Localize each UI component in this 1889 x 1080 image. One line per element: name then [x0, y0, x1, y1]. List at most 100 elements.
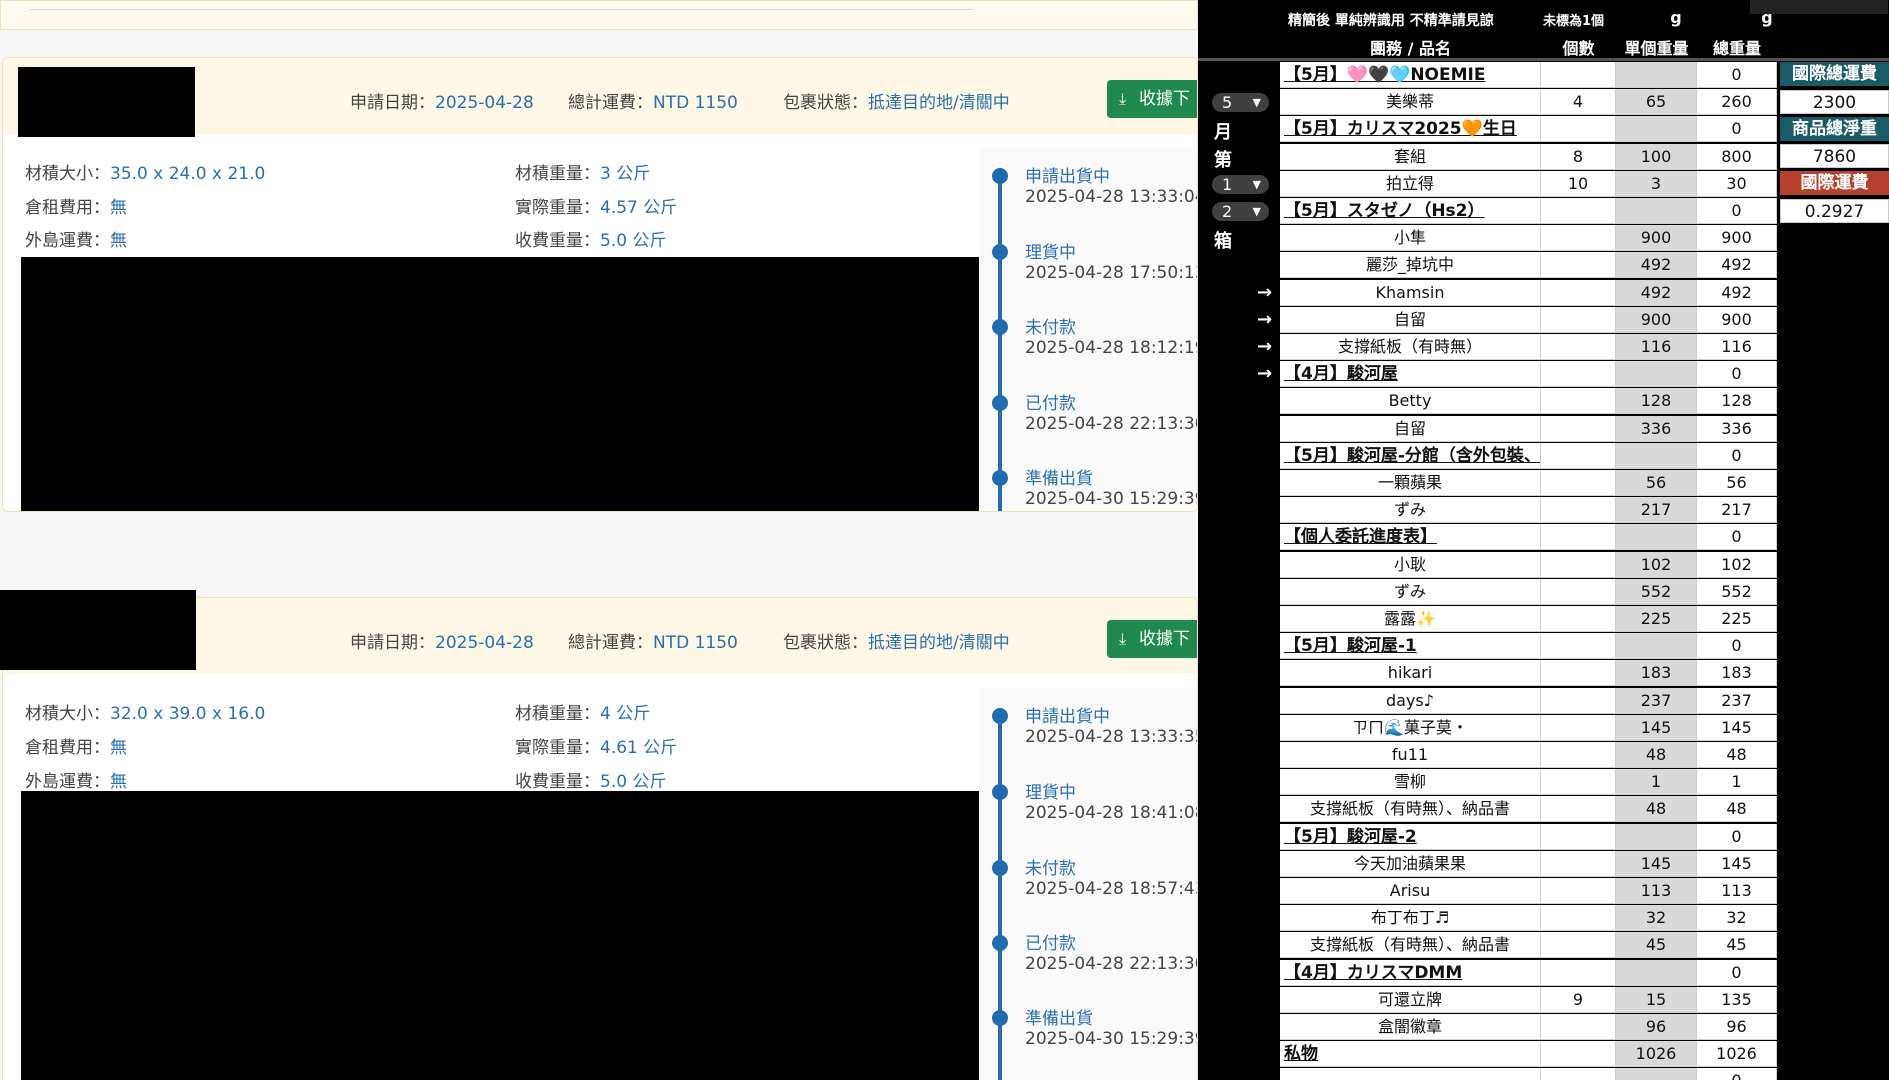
- count-cell[interactable]: [1541, 198, 1616, 224]
- unit-weight-cell[interactable]: [1616, 823, 1697, 850]
- item-name-cell[interactable]: 支撐紙板（有時無）、納品書: [1280, 932, 1541, 959]
- unit-weight-cell[interactable]: 492: [1616, 252, 1697, 279]
- unit-weight-cell[interactable]: 3: [1616, 170, 1697, 197]
- download-receipt-button[interactable]: ⤓ 收據下: [1107, 80, 1197, 118]
- unit-weight-cell[interactable]: 48: [1616, 796, 1697, 823]
- total-weight-cell[interactable]: 237: [1697, 687, 1777, 714]
- item-name-cell[interactable]: 支撐紙板（有時無）: [1280, 334, 1541, 360]
- total-weight-cell[interactable]: 217: [1697, 497, 1777, 524]
- item-name-cell[interactable]: 可還立牌: [1280, 986, 1541, 1013]
- total-weight-cell[interactable]: 0: [1697, 1068, 1777, 1080]
- box-select[interactable]: 2 ▼: [1212, 202, 1269, 221]
- unit-weight-cell[interactable]: 100: [1616, 143, 1697, 170]
- unit-weight-cell[interactable]: 113: [1616, 878, 1697, 904]
- count-cell[interactable]: [1541, 878, 1616, 904]
- total-weight-cell[interactable]: 0: [1697, 62, 1777, 88]
- unit-weight-cell[interactable]: 217: [1616, 497, 1697, 524]
- intl-fee-value[interactable]: 0.2927: [1780, 199, 1889, 223]
- total-weight-cell[interactable]: 900: [1697, 306, 1777, 333]
- item-name-cell[interactable]: 【5月】駿河屋-分館（含外包裝、納品書）: [1280, 442, 1541, 469]
- unit-weight-cell[interactable]: [1616, 633, 1697, 660]
- item-name-cell[interactable]: 支撐紙板（有時無）、納品書: [1280, 796, 1541, 823]
- item-name-cell[interactable]: 盒闇徽章: [1280, 1014, 1541, 1040]
- unit-weight-cell[interactable]: [1616, 198, 1697, 224]
- item-name-cell[interactable]: 【5月】🩷🖤🩵NOEMIE: [1280, 62, 1541, 88]
- unit-weight-cell[interactable]: 552: [1616, 578, 1697, 605]
- total-weight-cell[interactable]: 145: [1697, 850, 1777, 877]
- item-name-cell[interactable]: 【5月】スタゼノ（Hs2）: [1280, 198, 1541, 224]
- total-weight-cell[interactable]: 0: [1697, 524, 1777, 551]
- unit-weight-cell[interactable]: [1616, 361, 1697, 388]
- item-name-cell[interactable]: ずみ: [1280, 497, 1541, 524]
- count-cell[interactable]: [1541, 742, 1616, 768]
- item-name-cell[interactable]: fu11: [1280, 742, 1541, 768]
- count-cell[interactable]: [1541, 714, 1616, 741]
- month-select[interactable]: 5 ▼: [1212, 93, 1269, 112]
- total-weight-cell[interactable]: 0: [1697, 959, 1777, 986]
- count-cell[interactable]: [1541, 334, 1616, 360]
- unit-weight-cell[interactable]: 1: [1616, 769, 1697, 796]
- unit-weight-cell[interactable]: 96: [1616, 1014, 1697, 1040]
- unit-weight-cell[interactable]: 128: [1616, 388, 1697, 415]
- unit-weight-cell[interactable]: 900: [1616, 225, 1697, 252]
- count-cell[interactable]: [1541, 633, 1616, 660]
- total-weight-cell[interactable]: 552: [1697, 578, 1777, 605]
- total-weight-cell[interactable]: 336: [1697, 415, 1777, 442]
- total-weight-cell[interactable]: 0: [1697, 198, 1777, 224]
- item-name-cell[interactable]: ずみ: [1280, 578, 1541, 605]
- count-cell[interactable]: [1541, 905, 1616, 932]
- batch-select[interactable]: 1 ▼: [1212, 175, 1269, 194]
- total-weight-cell[interactable]: 113: [1697, 878, 1777, 904]
- download-receipt-button[interactable]: ⤓ 收據下: [1107, 620, 1197, 658]
- unit-weight-cell[interactable]: 65: [1616, 89, 1697, 116]
- total-weight-cell[interactable]: 128: [1697, 388, 1777, 415]
- count-cell[interactable]: [1541, 497, 1616, 524]
- unit-weight-cell[interactable]: [1616, 116, 1697, 143]
- count-cell[interactable]: [1541, 225, 1616, 252]
- unit-weight-cell[interactable]: [1616, 524, 1697, 551]
- count-cell[interactable]: [1541, 1041, 1616, 1068]
- item-name-cell[interactable]: 【5月】駿河屋-1: [1280, 633, 1541, 660]
- count-cell[interactable]: 9: [1541, 986, 1616, 1013]
- count-cell[interactable]: [1541, 932, 1616, 959]
- total-weight-cell[interactable]: 0: [1697, 361, 1777, 388]
- total-weight-cell[interactable]: 96: [1697, 1014, 1777, 1040]
- count-cell[interactable]: 10: [1541, 170, 1616, 197]
- item-name-cell[interactable]: 自留: [1280, 415, 1541, 442]
- unit-weight-cell[interactable]: 900: [1616, 306, 1697, 333]
- unit-weight-cell[interactable]: [1616, 1068, 1697, 1080]
- count-cell[interactable]: [1541, 606, 1616, 632]
- count-cell[interactable]: [1541, 524, 1616, 551]
- count-cell[interactable]: [1541, 850, 1616, 877]
- count-cell[interactable]: [1541, 959, 1616, 986]
- count-cell[interactable]: [1541, 470, 1616, 496]
- item-name-cell[interactable]: 【4月】カリスマDMM: [1280, 959, 1541, 986]
- count-cell[interactable]: [1541, 62, 1616, 88]
- total-weight-cell[interactable]: 145: [1697, 714, 1777, 741]
- item-name-cell[interactable]: days♪: [1280, 687, 1541, 714]
- intl-total-fee-value[interactable]: 2300: [1780, 90, 1889, 114]
- count-cell[interactable]: 8: [1541, 143, 1616, 170]
- count-cell[interactable]: [1541, 306, 1616, 333]
- item-name-cell[interactable]: Betty: [1280, 388, 1541, 415]
- total-weight-cell[interactable]: 102: [1697, 551, 1777, 578]
- unit-weight-cell[interactable]: 45: [1616, 932, 1697, 959]
- unit-weight-cell[interactable]: 56: [1616, 470, 1697, 496]
- total-weight-cell[interactable]: 116: [1697, 334, 1777, 360]
- total-weight-cell[interactable]: 0: [1697, 633, 1777, 660]
- item-name-cell[interactable]: 布丁布丁♬: [1280, 905, 1541, 932]
- unit-weight-cell[interactable]: 145: [1616, 714, 1697, 741]
- total-weight-cell[interactable]: 1026: [1697, 1041, 1777, 1068]
- item-name-cell[interactable]: Arisu: [1280, 878, 1541, 904]
- total-weight-cell[interactable]: 0: [1697, 442, 1777, 469]
- unit-weight-cell[interactable]: 116: [1616, 334, 1697, 360]
- item-name-cell[interactable]: 露露✨: [1280, 606, 1541, 632]
- item-name-cell[interactable]: [1280, 1068, 1541, 1080]
- item-name-cell[interactable]: 小耿: [1280, 551, 1541, 578]
- unit-weight-cell[interactable]: 145: [1616, 850, 1697, 877]
- unit-weight-cell[interactable]: 102: [1616, 551, 1697, 578]
- total-weight-cell[interactable]: 0: [1697, 116, 1777, 143]
- item-name-cell[interactable]: Khamsin: [1280, 279, 1541, 306]
- item-name-cell[interactable]: 私物: [1280, 1041, 1541, 1068]
- count-cell[interactable]: [1541, 361, 1616, 388]
